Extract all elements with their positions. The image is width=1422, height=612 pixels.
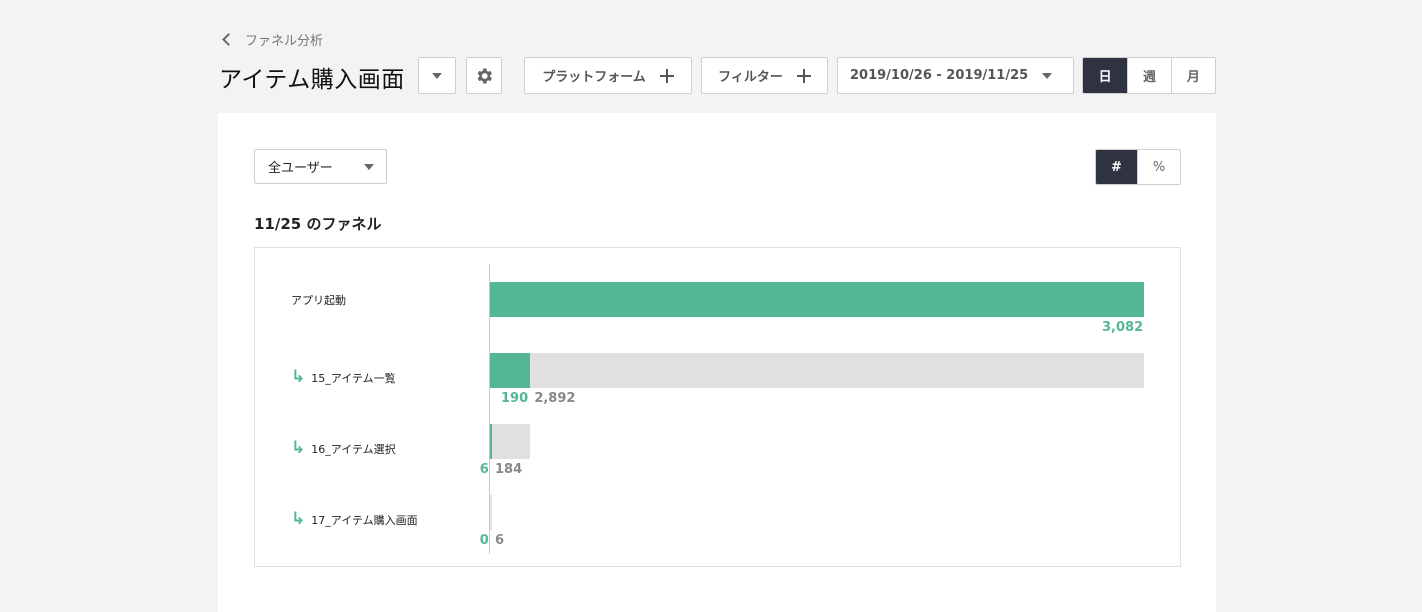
gear-icon	[477, 68, 492, 83]
funnel-panel: 全ユーザー # % 11/25 のファネル アプリ起動 ↳ 15_アイテム一覧 …	[218, 113, 1216, 612]
funnel-step-label: アプリ起動	[291, 292, 346, 308]
plus-icon	[796, 68, 811, 83]
funnel-step-label: ↳ 15_アイテム一覧	[291, 369, 396, 386]
converted-bar	[490, 424, 492, 459]
granularity-day-button[interactable]: 日	[1083, 58, 1128, 93]
dropped-bar	[490, 424, 531, 459]
arrow-turn-right-icon: ↳	[291, 509, 306, 529]
funnel-step-label: ↳ 16_アイテム選択	[291, 440, 396, 457]
dropped-value: 184	[495, 462, 523, 477]
filter-add-button[interactable]: フィルター	[701, 57, 828, 94]
display-mode-toggle: # %	[1095, 149, 1181, 185]
back-link[interactable]: ファネル分析	[222, 30, 324, 49]
platform-add-button[interactable]: プラットフォーム	[524, 57, 692, 94]
step-name: 16_アイテム選択	[311, 442, 396, 456]
date-range-picker[interactable]: 2019/10/26 - 2019/11/25	[837, 57, 1074, 94]
dropped-value: 6	[495, 533, 505, 548]
dropped-value: 2,892	[534, 391, 576, 406]
converted-value: 0	[479, 533, 489, 548]
arrow-turn-right-icon: ↳	[291, 438, 306, 458]
chevron-left-icon	[222, 33, 235, 46]
dropped-bar	[490, 495, 492, 530]
converted-value: 190	[501, 391, 529, 406]
caret-down-icon	[364, 164, 374, 170]
granularity-toggle: 日 週 月	[1082, 57, 1216, 94]
user-segment-value: 全ユーザー	[268, 161, 333, 176]
caret-down-icon	[1042, 72, 1053, 79]
percent-mode-button[interactable]: %	[1137, 150, 1180, 184]
funnel-step-label: ↳ 17_アイテム購入画面	[291, 511, 418, 528]
date-range-label: 2019/10/26 - 2019/11/25	[850, 68, 1029, 83]
arrow-turn-right-icon: ↳	[291, 367, 306, 387]
dropped-bar	[490, 353, 1144, 388]
step-name: アプリ起動	[291, 294, 346, 307]
filter-label: フィルター	[718, 70, 783, 85]
plus-icon	[659, 68, 674, 83]
granularity-month-button[interactable]: 月	[1170, 58, 1215, 93]
platform-label: プラットフォーム	[542, 70, 646, 85]
converted-bar	[490, 282, 1144, 317]
converted-bar	[490, 353, 531, 388]
caret-down-icon	[432, 72, 442, 79]
funnel-heading: 11/25 のファネル	[254, 215, 382, 233]
step-name: 15_アイテム一覧	[311, 371, 396, 385]
converted-value: 3,082	[1102, 320, 1144, 335]
back-label: ファネル分析	[245, 34, 324, 49]
user-segment-select[interactable]: 全ユーザー	[254, 149, 387, 184]
settings-button[interactable]	[466, 57, 502, 94]
step-name: 17_アイテム購入画面	[311, 513, 418, 527]
title-dropdown-button[interactable]	[418, 57, 456, 94]
granularity-week-button[interactable]: 週	[1127, 58, 1170, 93]
count-mode-button[interactable]: #	[1096, 150, 1138, 184]
funnel-chart: アプリ起動 ↳ 15_アイテム一覧 ↳ 16_アイテム選択 ↳ 17_アイテム購…	[254, 247, 1181, 567]
converted-value: 6	[479, 462, 489, 477]
page-title: アイテム購入画面	[219, 67, 405, 93]
